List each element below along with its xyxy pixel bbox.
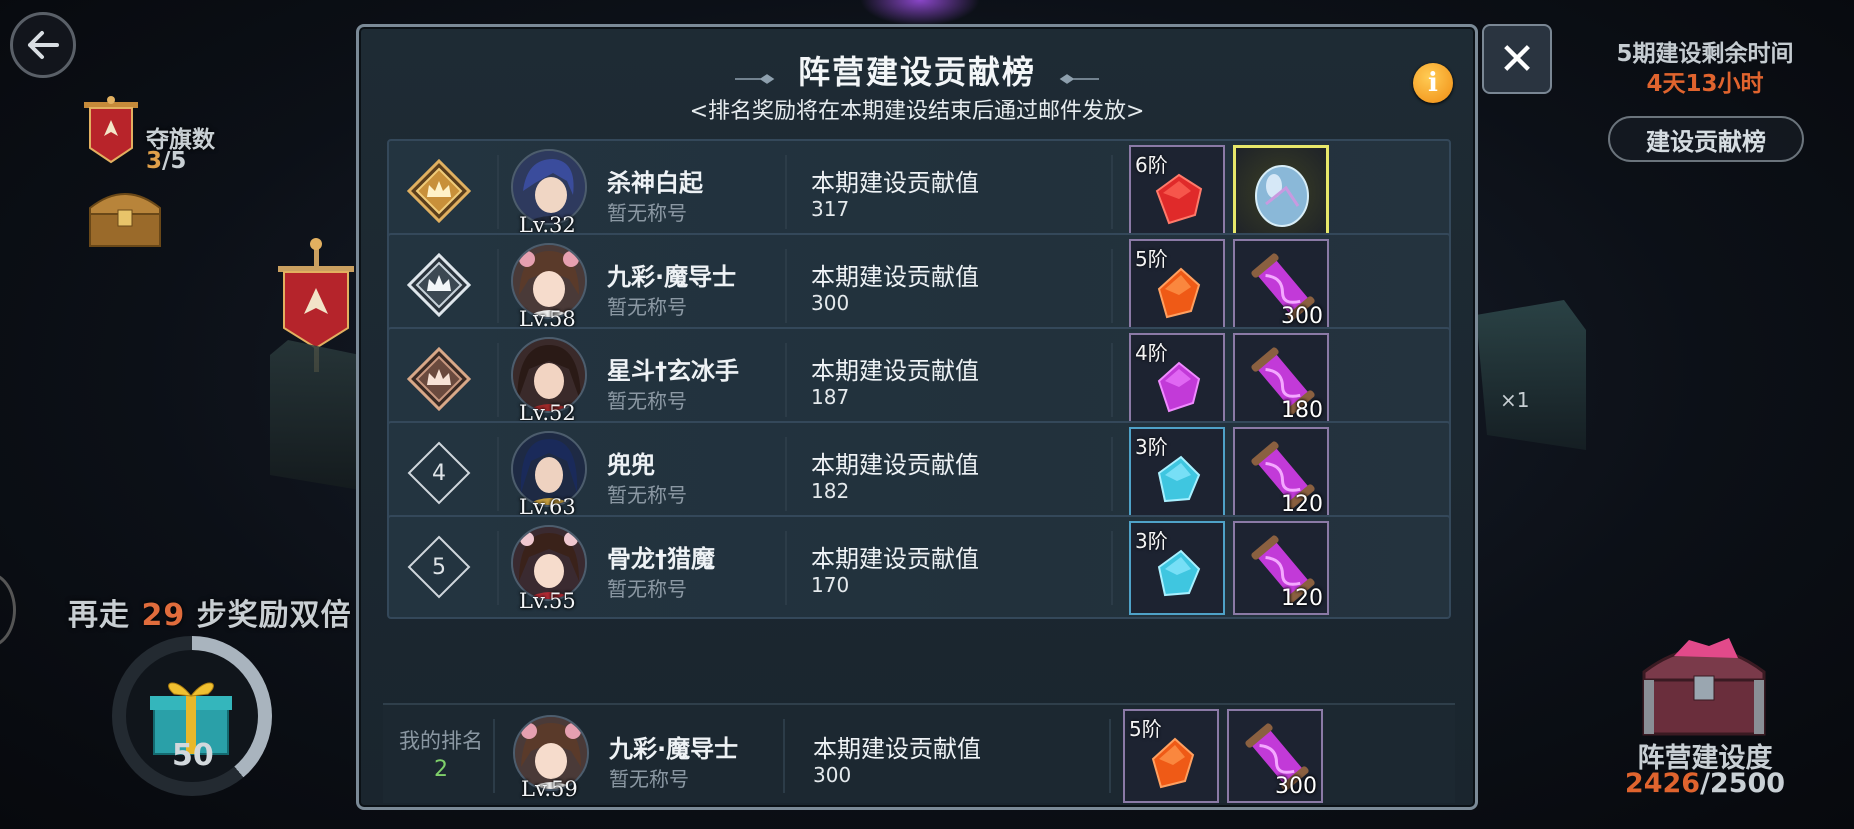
reward-slot-scroll[interactable]: 180 xyxy=(1233,333,1329,427)
reward-tier: 3阶 xyxy=(1135,435,1168,459)
close-icon: ✕ xyxy=(1498,33,1536,85)
reward-slot-scroll[interactable]: 300 xyxy=(1233,239,1329,333)
close-button[interactable]: ✕ xyxy=(1482,24,1552,94)
crystal-egg-icon xyxy=(1255,165,1309,227)
reward-slot-gem[interactable]: 5阶 xyxy=(1123,709,1219,803)
rank-cell: 4 xyxy=(389,423,489,523)
map-tile xyxy=(1476,300,1586,450)
my-rank-row: 我的排名 2 Lv.59 九彩·魔导士 暂无称号 本期建设贡献值 300 5阶 xyxy=(383,703,1455,803)
treasure-chest-icon[interactable] xyxy=(1634,626,1774,740)
ranking-row[interactable]: 5 Lv.55 骨龙†猎魔 暂无称号 本期建设贡献值 170 3阶 120 xyxy=(387,515,1451,619)
reward-slot-scroll[interactable]: 120 xyxy=(1233,427,1329,521)
reward-slot-gem[interactable]: 3阶 xyxy=(1129,521,1225,615)
reward-tier: 4阶 xyxy=(1135,341,1168,365)
score-label: 本期建设贡献值 xyxy=(811,545,979,573)
player-title: 暂无称号 xyxy=(607,295,687,319)
player-title: 暂无称号 xyxy=(607,483,687,507)
flag-count-value: 3/5 xyxy=(146,148,187,174)
player-name: 骨龙†猎魔 xyxy=(607,545,715,573)
player-title: 暂无称号 xyxy=(609,767,689,791)
reward-slot-gem[interactable]: 6阶 xyxy=(1129,145,1225,239)
treasure-chest-icon[interactable] xyxy=(84,180,166,250)
rank-number: 5 xyxy=(432,554,446,580)
score-label: 本期建设贡献值 xyxy=(811,357,979,385)
gold-crown-badge-icon xyxy=(407,159,471,223)
contribution-board-modal: 阵营建设贡献榜 <排名奖励将在本期建设结束后通过邮件发放> i Lv.32 杀神… xyxy=(356,24,1478,810)
score-value: 317 xyxy=(811,197,850,221)
my-rank-label: 我的排名 xyxy=(399,729,483,753)
modal-subtitle: <排名奖励将在本期建设结束后通过邮件发放> xyxy=(689,99,1145,124)
score-label: 本期建设贡献值 xyxy=(811,263,979,291)
map-tile xyxy=(270,340,360,490)
bronze-crown-badge-icon xyxy=(407,347,471,411)
reward-tier: 3阶 xyxy=(1135,529,1168,553)
player-name: 杀神白起 xyxy=(607,169,703,197)
reward-tier: 5阶 xyxy=(1135,247,1168,271)
back-button[interactable] xyxy=(10,12,76,78)
reward-quantity: 120 xyxy=(1281,492,1323,517)
reward-slot-scroll[interactable]: 300 xyxy=(1227,709,1323,803)
reward-quantity: 300 xyxy=(1275,774,1317,799)
faction-flag-icon xyxy=(84,96,138,164)
ranking-row[interactable]: Lv.32 杀神白起 暂无称号 本期建设贡献值 317 6阶 xyxy=(387,139,1451,243)
reward-quantity: 180 xyxy=(1281,398,1323,423)
player-title: 暂无称号 xyxy=(607,201,687,225)
player-level: Lv.59 xyxy=(521,777,578,801)
player-name: 兜兜 xyxy=(607,451,655,479)
score-value: 187 xyxy=(811,385,850,409)
title-ornament-left xyxy=(734,73,775,84)
rank-cell xyxy=(389,141,489,241)
modal-header: 阵营建设贡献榜 xyxy=(359,47,1475,93)
rank-cell xyxy=(389,235,489,335)
score-label: 本期建设贡献值 xyxy=(811,169,979,197)
rank-cell: 5 xyxy=(389,517,489,617)
silver-crown-badge-icon xyxy=(407,253,471,317)
contribution-board-button[interactable]: 建设贡献榜 xyxy=(1608,116,1804,162)
player-title: 暂无称号 xyxy=(607,389,687,413)
player-name: 九彩·魔导士 xyxy=(609,735,739,763)
rank-cell xyxy=(389,329,489,429)
reward-slot-egg[interactable] xyxy=(1233,145,1329,239)
player-title: 暂无称号 xyxy=(607,577,687,601)
score-value: 182 xyxy=(811,479,850,503)
reward-quantity: 120 xyxy=(1281,586,1323,611)
top-glow-decoration xyxy=(860,0,980,26)
ranking-row[interactable]: Lv.58 九彩·魔导士 暂无称号 本期建设贡献值 300 5阶 300 xyxy=(387,233,1451,337)
player-name: 九彩·魔导士 xyxy=(607,263,737,291)
side-button[interactable] xyxy=(0,572,16,648)
player-level: Lv.55 xyxy=(519,589,576,613)
steps-bonus-text: 再走 29 步奖励双倍 xyxy=(68,598,352,633)
reward-tier: 6阶 xyxy=(1135,153,1168,177)
score-value: 300 xyxy=(813,763,852,787)
timer-value: 4天13小时 xyxy=(1646,71,1764,97)
player-name: 星斗†玄冰手 xyxy=(607,357,739,385)
reward-tier: 5阶 xyxy=(1129,717,1162,741)
reward-slot-gem[interactable]: 4阶 xyxy=(1129,333,1225,427)
my-rank-number: 2 xyxy=(434,757,448,782)
score-label: 本期建设贡献值 xyxy=(813,735,981,763)
map-multiplier-label: ×1 xyxy=(1500,388,1530,412)
info-icon[interactable]: i xyxy=(1413,63,1453,103)
modal-title: 阵营建设贡献榜 xyxy=(797,53,1036,91)
score-value: 170 xyxy=(811,573,850,597)
reward-slot-gem[interactable]: 5阶 xyxy=(1129,239,1225,333)
reward-quantity: 300 xyxy=(1281,304,1323,329)
reward-slot-scroll[interactable]: 120 xyxy=(1233,521,1329,615)
ranking-list[interactable]: Lv.32 杀神白起 暂无称号 本期建设贡献值 317 6阶 Lv.58 九彩·… xyxy=(387,139,1451,701)
score-value: 300 xyxy=(811,291,850,315)
ranking-row[interactable]: 4 Lv.63 兜兜 暂无称号 本期建设贡献值 182 3阶 120 xyxy=(387,421,1451,525)
timer-label: 5期建设剩余时间 xyxy=(1616,41,1794,67)
score-label: 本期建设贡献值 xyxy=(811,451,979,479)
reward-slot-gem[interactable]: 3阶 xyxy=(1129,427,1225,521)
ranking-row[interactable]: Lv.52 星斗†玄冰手 暂无称号 本期建设贡献值 187 4阶 180 xyxy=(387,327,1451,431)
build-progress-value: 2426/2500 xyxy=(1624,768,1786,799)
rank-number: 4 xyxy=(432,460,446,486)
title-ornament-right xyxy=(1059,73,1100,84)
gift-count: 50 xyxy=(172,738,214,773)
back-arrow-icon xyxy=(28,31,59,59)
